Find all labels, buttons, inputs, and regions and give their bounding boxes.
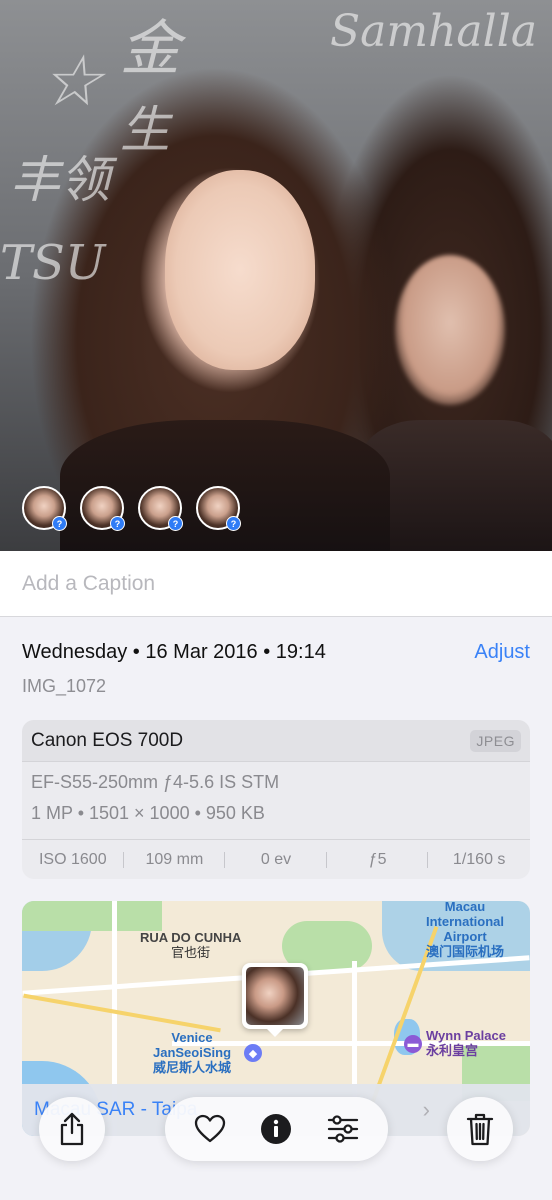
heart-icon[interactable]: [192, 1111, 228, 1147]
map-label-wynn: Wynn Palace 永利皇宫: [426, 1028, 506, 1058]
exif-shutter-speed: 1/160 s: [452, 850, 506, 868]
trash-icon: [462, 1111, 498, 1147]
scribble-text: 金: [120, 14, 180, 84]
format-badge: JPEG: [470, 729, 521, 752]
person-avatar[interactable]: ?: [22, 486, 67, 531]
unknown-person-badge: ?: [110, 516, 125, 531]
scribble-text: 生: [120, 101, 170, 159]
sliders-icon[interactable]: [325, 1111, 361, 1147]
caption-input[interactable]: [22, 571, 502, 596]
image-details: 1 MP • 1501 × 1000 • 950 KB: [31, 803, 265, 823]
chevron-right-icon: ›: [422, 1097, 430, 1122]
unknown-person-badge: ?: [168, 516, 183, 531]
caption-field-container: [0, 551, 552, 617]
map-park: [22, 901, 162, 931]
exif-aperture: ƒ5: [327, 851, 429, 869]
photo-background-person-face: [395, 255, 505, 405]
exif-focal-length: 109 mm: [124, 851, 226, 869]
exif-row: ISO 1600 109 mm 0 ev ƒ5 1/160 s: [22, 839, 530, 879]
person-avatar[interactable]: ?: [138, 486, 183, 531]
exif-exposure-value: 0 ev: [225, 851, 327, 869]
person-avatar[interactable]: ?: [80, 486, 125, 531]
unknown-person-badge: ?: [52, 516, 67, 531]
map-label-airport: Macau International Airport 澳门国际机场: [425, 901, 504, 959]
photo-date: Wednesday • 16 Mar 2016 • 19:14: [22, 641, 326, 663]
photo-subject-face: [165, 170, 315, 370]
exif-iso: ISO 1600: [22, 851, 124, 869]
scribble-text: 丰领: [10, 151, 110, 209]
photo-actions-toolbar: [165, 1097, 388, 1161]
map-label-rua: RUA DO CUNHA 官也街: [140, 930, 242, 960]
camera-model: Canon EOS 700D: [31, 729, 184, 751]
scribble-text: ☆: [40, 40, 103, 122]
scribble-text: Samhalla: [330, 6, 538, 57]
photo-filename: IMG_1072: [22, 676, 107, 696]
unknown-person-badge: ?: [226, 516, 241, 531]
person-avatar[interactable]: ?: [196, 486, 241, 531]
share-button[interactable]: [39, 1097, 105, 1161]
info-icon[interactable]: [258, 1111, 294, 1147]
detected-people-row: ? ? ? ?: [22, 486, 241, 531]
scribble-text: TSU: [0, 235, 106, 291]
camera-info-card: Canon EOS 700D JPEG EF-S55-250mm ƒ4-5.6 …: [22, 720, 530, 879]
delete-button[interactable]: [447, 1097, 513, 1161]
map-highway: [23, 993, 221, 1033]
photo-location-pin[interactable]: [242, 963, 308, 1037]
pin-thumbnail: [246, 967, 304, 1025]
map-label-venice: Venice JanSeoiSing 威尼斯人水城: [152, 1030, 232, 1075]
photo-viewer[interactable]: Samhalla 金 生 丰领 TSU ☆ ? ? ? ?: [0, 0, 552, 551]
hotel-poi-icon[interactable]: ▬: [404, 1035, 422, 1053]
lens-info: EF-S55-250mm ƒ4-5.6 IS STM: [31, 772, 280, 792]
adjust-date-button[interactable]: Adjust: [474, 641, 530, 664]
shopping-poi-icon[interactable]: ◆: [244, 1044, 262, 1062]
share-icon: [54, 1111, 90, 1147]
camera-header: Canon EOS 700D JPEG: [22, 720, 530, 762]
